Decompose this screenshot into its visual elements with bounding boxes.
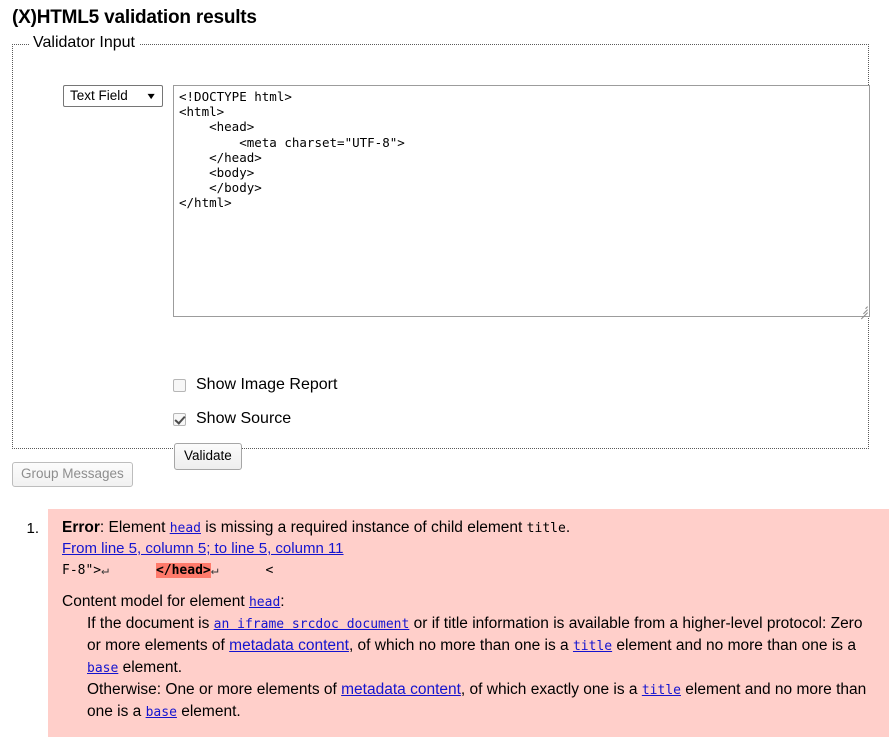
excerpt-after: < bbox=[265, 563, 274, 578]
source-type-selected-value: Text Field bbox=[70, 88, 128, 103]
cm1-text-d: element and no more than one is a bbox=[612, 637, 856, 654]
excerpt-gap-2 bbox=[219, 563, 266, 578]
result-item: 1. Error: Element head is missing a requ… bbox=[0, 509, 889, 737]
cm1-text-e: element. bbox=[118, 659, 183, 676]
error-text-after: . bbox=[565, 519, 571, 536]
excerpt-cr-icon-2: ↵ bbox=[210, 563, 219, 578]
cm1-text-a: If the document is bbox=[87, 615, 214, 632]
content-model-head-link[interactable]: head bbox=[249, 595, 280, 610]
validation-results-list: 1. Error: Element head is missing a requ… bbox=[0, 509, 889, 737]
error-headline: Error: Element head is missing a require… bbox=[62, 517, 879, 539]
input-row: Text Field ▼ bbox=[63, 85, 870, 320]
group-messages-button[interactable]: Group Messages bbox=[12, 462, 133, 487]
error-message-box: Error: Element head is missing a require… bbox=[48, 509, 889, 737]
excerpt-gap-1 bbox=[109, 563, 156, 578]
cm2-text-a: Otherwise: One or more elements of bbox=[87, 681, 342, 698]
markup-textarea[interactable] bbox=[173, 85, 870, 317]
show-source-label: Show Source bbox=[196, 410, 292, 427]
excerpt-before: F-8"> bbox=[62, 563, 102, 578]
chevron-down-icon: ▼ bbox=[145, 90, 158, 101]
content-model-section: Content model for element head: If the d… bbox=[62, 591, 879, 723]
source-type-select[interactable]: Text Field ▼ bbox=[63, 85, 163, 107]
page-title: (X)HTML5 validation results bbox=[12, 7, 257, 28]
excerpt-cr-icon-1: ↵ bbox=[101, 563, 109, 578]
head-element-link[interactable]: head bbox=[170, 521, 201, 536]
content-model-heading-after: : bbox=[280, 593, 285, 610]
cm2-text-b: , of which exactly one is a bbox=[460, 681, 642, 698]
show-source-checkbox[interactable] bbox=[173, 412, 186, 426]
base-element-link-2[interactable]: base bbox=[146, 705, 177, 720]
show-image-report-label: Show Image Report bbox=[196, 376, 338, 393]
result-item-marker: 1. bbox=[26, 520, 39, 537]
metadata-content-link-2[interactable]: metadata content bbox=[341, 681, 461, 698]
title-element-link-1[interactable]: title bbox=[573, 639, 612, 654]
error-text-middle: is missing a required instance of child … bbox=[201, 519, 527, 536]
content-model-heading-before: Content model for element bbox=[62, 593, 249, 610]
error-severity-label: Error bbox=[62, 519, 100, 536]
option-show-image-report[interactable]: Show Image Report bbox=[173, 375, 337, 395]
validate-button[interactable]: Validate bbox=[174, 443, 242, 470]
source-excerpt: F-8">↵ </head>↵ < bbox=[62, 560, 879, 582]
content-model-paragraph-1: If the document is an iframe srcdoc docu… bbox=[87, 613, 879, 679]
iframe-srcdoc-document-link[interactable]: an iframe srcdoc document bbox=[214, 617, 410, 632]
error-text-before: : Element bbox=[99, 519, 170, 536]
validator-input-fieldset: Validator Input Text Field ▼ Show Image … bbox=[12, 33, 870, 470]
cm2-text-d: element. bbox=[176, 703, 241, 720]
fieldset-legend: Validator Input bbox=[29, 33, 140, 53]
error-location-link[interactable]: From line 5, column 5; to line 5, column… bbox=[62, 540, 344, 557]
excerpt-highlight: </head> bbox=[155, 563, 211, 578]
content-model-heading: Content model for element head: bbox=[62, 591, 879, 613]
title-element-link-2[interactable]: title bbox=[642, 683, 681, 698]
content-model-paragraph-2: Otherwise: One or more elements of metad… bbox=[87, 679, 879, 723]
error-location-line: From line 5, column 5; to line 5, column… bbox=[62, 539, 879, 559]
validator-page: (X)HTML5 validation results Validator In… bbox=[0, 6, 889, 737]
base-element-link-1[interactable]: base bbox=[87, 661, 118, 676]
content-model-body: If the document is an iframe srcdoc docu… bbox=[62, 613, 879, 723]
title-element-name: title bbox=[526, 521, 566, 536]
option-show-source[interactable]: Show Source bbox=[173, 409, 291, 429]
metadata-content-link-1[interactable]: metadata content bbox=[229, 637, 349, 654]
show-image-report-checkbox[interactable] bbox=[173, 378, 186, 392]
cm1-text-c: , of which no more than one is a bbox=[348, 637, 573, 654]
code-input-wrap bbox=[173, 85, 870, 320]
